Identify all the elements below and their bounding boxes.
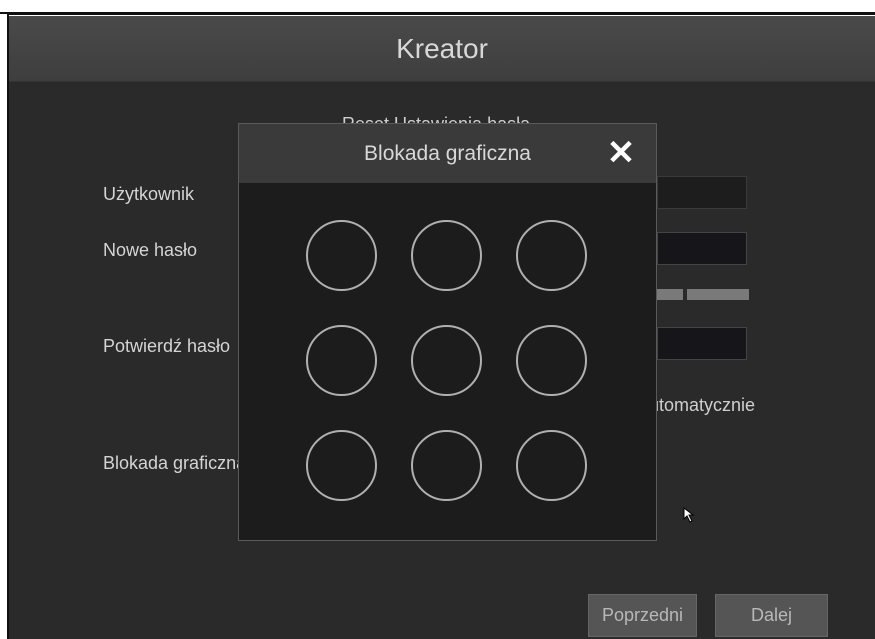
pattern-dot-3[interactable] <box>516 220 587 291</box>
pattern-dot-4[interactable] <box>306 325 377 396</box>
password-strength-bar-1 <box>657 289 683 300</box>
confirm-password-field[interactable] <box>657 327 747 360</box>
dialog-title: Blokada graficzna <box>364 141 531 165</box>
pattern-dot-5[interactable] <box>411 325 482 396</box>
close-icon[interactable]: ✕ <box>606 136 636 170</box>
pattern-lock-label: Blokada graficzna <box>103 453 247 473</box>
user-label: Użytkownik <box>103 184 195 204</box>
window-title: Kreator <box>9 16 875 82</box>
previous-button[interactable]: Poprzedni <box>588 594 697 637</box>
password-strength-bar-2 <box>687 289 749 300</box>
background-top-edge <box>0 12 875 15</box>
mouse-cursor-icon <box>683 506 695 523</box>
background-left <box>0 14 9 639</box>
new-password-field[interactable] <box>657 232 747 265</box>
pattern-dot-1[interactable] <box>306 220 377 291</box>
pattern-dot-2[interactable] <box>411 220 482 291</box>
pattern-lock-dialog: Blokada graficzna ✕ <box>238 123 657 541</box>
user-field[interactable] <box>657 176 747 209</box>
pattern-dot-7[interactable] <box>306 430 377 501</box>
pattern-dot-9[interactable] <box>516 430 587 501</box>
new-password-label: Nowe hasło <box>103 240 198 260</box>
pattern-dot-6[interactable] <box>516 325 587 396</box>
wizard-window: Kreator Reset Ustawienia hasła Użytkowni… <box>9 16 875 639</box>
next-button[interactable]: Dalej <box>715 594 828 637</box>
pattern-dot-8[interactable] <box>411 430 482 501</box>
dialog-header: Blokada graficzna <box>239 124 656 183</box>
confirm-password-label: Potwierdź hasło <box>103 336 231 356</box>
